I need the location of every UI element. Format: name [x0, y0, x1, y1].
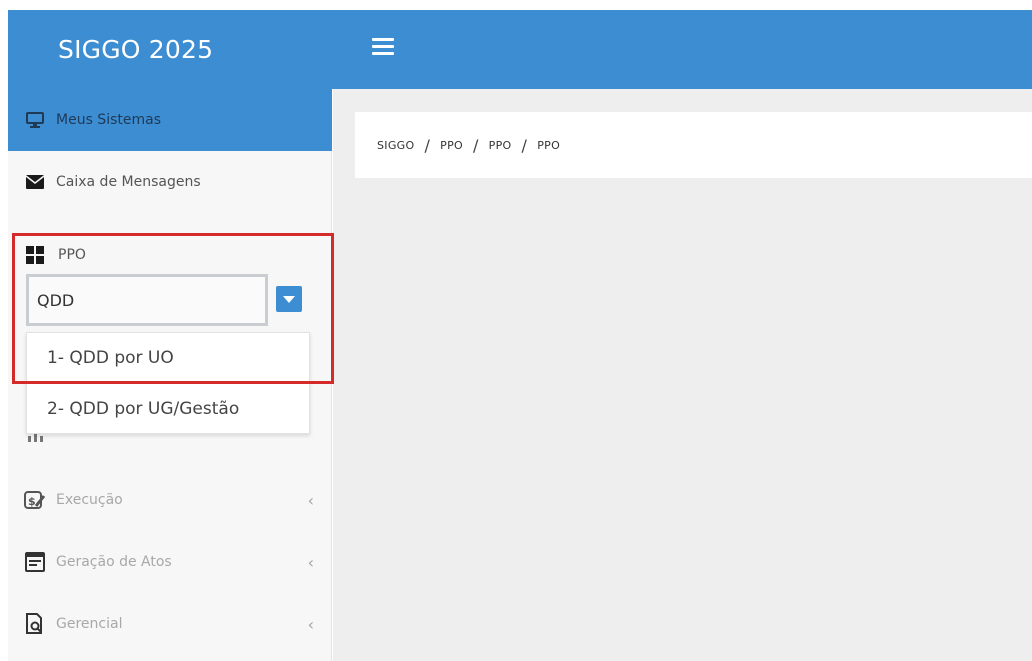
grid-icon [26, 246, 46, 264]
monitor-icon [24, 110, 46, 130]
sidebar-item-gerencial[interactable]: Gerencial ‹ [8, 593, 332, 655]
sidebar-item-ppo[interactable]: PPO [26, 246, 86, 264]
sidebar-item-label: Gerencial [56, 616, 123, 632]
money-icon: $ [24, 490, 46, 510]
breadcrumb-item[interactable]: PPO [537, 139, 560, 152]
breadcrumb-separator: / [472, 135, 479, 155]
sidebar-item-geracao-atos[interactable]: Geração de Atos ‹ [8, 531, 332, 593]
breadcrumb-item[interactable]: PPO [489, 139, 512, 152]
brand-title[interactable]: SIGGO 2025 [8, 10, 332, 89]
sidebar-item-label: PPO [58, 247, 86, 263]
chevron-left-icon: ‹ [307, 614, 314, 634]
sidebar-item-meus-sistemas[interactable]: Meus Sistemas [8, 89, 332, 151]
document-search-icon [24, 613, 46, 634]
breadcrumb-item[interactable]: SIGGO [377, 139, 414, 152]
chevron-left-icon: ‹ [307, 552, 314, 572]
chevron-left-icon: ‹ [307, 490, 314, 510]
sidebar-item-caixa-mensagens[interactable]: Caixa de Mensagens [8, 151, 332, 213]
breadcrumb: SIGGO / PPO / PPO / PPO [355, 112, 1032, 178]
dropdown-option-qdd-ug[interactable]: 2- QDD por UG/Gestão [27, 383, 309, 433]
caret-down-icon [283, 295, 295, 303]
svg-text:$: $ [28, 495, 36, 508]
main-content: SIGGO / PPO / PPO / PPO [333, 89, 1032, 661]
breadcrumb-separator: / [424, 135, 431, 155]
dropdown-toggle-button[interactable] [276, 286, 302, 312]
sidebar-item-label: Execução [56, 492, 123, 508]
envelope-icon [24, 172, 46, 192]
breadcrumb-separator: / [521, 135, 528, 155]
sidebar-item-label: Geração de Atos [56, 554, 172, 570]
sidebar-item-label: Caixa de Mensagens [56, 174, 201, 190]
sidebar-item-label: Meus Sistemas [56, 112, 161, 128]
top-bar: SIGGO 2025 [8, 10, 1032, 89]
sidebar-item-execucao[interactable]: $ Execução ‹ [8, 469, 332, 531]
dropdown-option-qdd-uo[interactable]: 1- QDD por UO [27, 333, 309, 383]
search-input[interactable] [26, 274, 268, 326]
breadcrumb-item[interactable]: PPO [440, 139, 463, 152]
document-window-icon [24, 552, 46, 572]
hamburger-icon[interactable] [372, 38, 394, 56]
dropdown-list: 1- QDD por UO 2- QDD por UG/Gestão [26, 332, 310, 434]
